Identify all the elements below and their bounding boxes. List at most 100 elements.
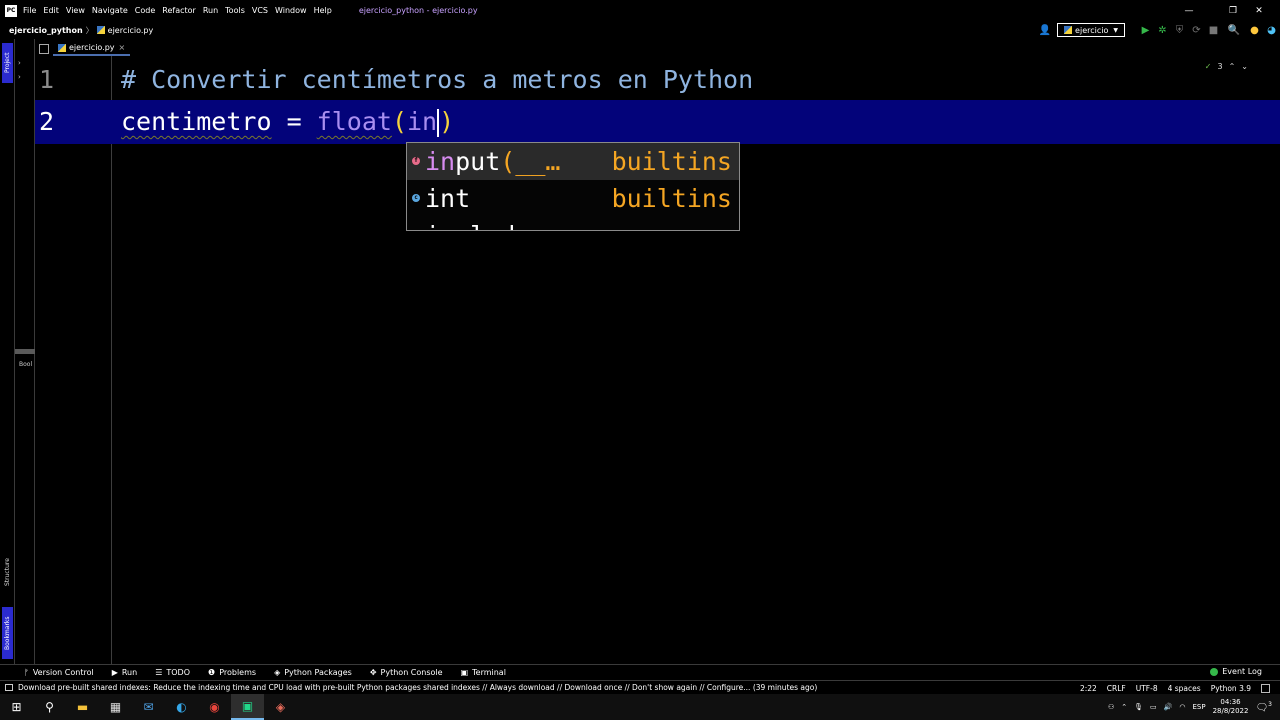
menu-view[interactable]: View [66, 6, 85, 15]
minimize-button[interactable]: — [1166, 0, 1212, 21]
network-person-icon[interactable]: ⚇ [1108, 703, 1114, 711]
line-number: 1 [39, 65, 55, 94]
menu-vcs[interactable]: VCS [252, 6, 268, 15]
completion-item-include[interactable]: f include [407, 217, 739, 230]
event-log-button[interactable]: Event Log [1210, 667, 1262, 676]
function-kind-icon: f [412, 157, 420, 165]
gutter-separator [111, 56, 112, 664]
file-explorer-icon[interactable]: ▬ [66, 694, 99, 720]
wifi-icon[interactable]: ◠ [1179, 703, 1185, 711]
chevron-up-icon[interactable]: ⌃ [1121, 703, 1127, 711]
tool-window-label: TODO [166, 668, 191, 677]
menu-refactor[interactable]: Refactor [162, 6, 196, 15]
panel-divider[interactable] [15, 349, 35, 354]
menu-window[interactable]: Window [275, 6, 307, 15]
lock-icon[interactable] [1261, 683, 1270, 693]
completion-item-input[interactable]: f input(__… builtins [407, 143, 739, 180]
pycharm-taskbar-icon[interactable]: ▣ [231, 694, 264, 720]
run-tool-button[interactable]: ▶ Run [112, 668, 138, 677]
editor-tab-bar: ejercicio.py × [35, 41, 1280, 56]
problems-button[interactable]: ❶ Problems [208, 668, 256, 677]
debug-icon[interactable]: ✲ [1154, 21, 1171, 39]
jetbrains-toolbox-icon[interactable]: ◕ [1263, 21, 1280, 39]
recorder-app-icon[interactable]: ◈ [264, 694, 297, 720]
breadcrumb-project[interactable]: ejercicio_python [9, 26, 83, 35]
todo-button[interactable]: ☰ TODO [155, 668, 190, 677]
file-encoding[interactable]: UTF-8 [1136, 684, 1158, 693]
python-console-button[interactable]: ✥ Python Console [370, 668, 443, 677]
search-everywhere-icon[interactable]: 🔍 [1222, 21, 1246, 39]
search-icon[interactable]: ⚲ [33, 694, 66, 720]
notification-center-icon[interactable]: 🗨3 [1255, 701, 1272, 713]
coverage-icon[interactable]: ⛨ [1171, 21, 1188, 39]
profile-icon[interactable]: ⟳ [1188, 21, 1205, 39]
branch-icon: ᚠ [24, 668, 29, 677]
structure-tool-tab[interactable]: Structure [2, 549, 13, 595]
menu-help[interactable]: Help [314, 6, 332, 15]
indent-setting[interactable]: 4 spaces [1168, 684, 1201, 693]
breadcrumb-file[interactable]: ejercicio.py [108, 26, 154, 35]
navigation-bar: ejercicio_python 〉 ejercicio.py 👤 ejerci… [0, 21, 1280, 39]
code-comment: # Convertir centímetros a metros en Pyth… [121, 65, 754, 94]
terminal-button[interactable]: ▣ Terminal [461, 668, 506, 677]
store-icon[interactable]: ▦ [99, 694, 132, 720]
completion-rest: t [455, 184, 471, 213]
tree-expand-icon[interactable]: › [18, 73, 21, 81]
language-indicator[interactable]: ESP [1192, 703, 1205, 711]
completion-signature: (__… [500, 147, 561, 176]
menu-run[interactable]: Run [203, 6, 218, 15]
status-bar: Download pre-built shared indexes: Reduc… [0, 680, 1280, 694]
bookmarks-tool-tab[interactable]: Bookmarks [2, 607, 13, 659]
menu-tools[interactable]: Tools [225, 6, 245, 15]
windows-start-icon[interactable]: ⊞ [0, 694, 33, 720]
left-tool-strip: Project Structure Bookmarks [0, 39, 15, 664]
bookmarks-mini-label: Bool [19, 361, 33, 368]
code-statement: centimetro = float(in) [121, 100, 454, 144]
menu-code[interactable]: Code [135, 6, 155, 15]
system-tray: ⚇ ⌃ 🎙 ▭ 🔊 ◠ ESP 04:36 28/8/2022 🗨3 [1108, 694, 1280, 720]
toolbar-right: 👤 ejercicio ▼ ▶ ✲ ⛨ ⟳ ■ 🔍 ● ◕ [1033, 21, 1280, 39]
line-separator[interactable]: CRLF [1107, 684, 1126, 693]
run-icon[interactable]: ▶ [1137, 21, 1154, 39]
tab-list-icon[interactable] [39, 43, 49, 54]
close-tab-icon[interactable]: × [119, 43, 126, 52]
tool-window-label: Terminal [472, 668, 506, 677]
menu-file[interactable]: File [23, 6, 36, 15]
battery-icon[interactable]: ▭ [1150, 703, 1157, 711]
message-icon[interactable] [5, 684, 13, 691]
window-title: ejercicio_python - ejercicio.py [358, 6, 478, 15]
clock[interactable]: 04:36 28/8/2022 [1213, 698, 1249, 716]
mail-icon[interactable]: ✉ [132, 694, 165, 720]
edge-browser-icon[interactable]: ◐ [165, 694, 198, 720]
project-tool-tab[interactable]: Project [2, 43, 13, 83]
variable-identifier: centimetro [121, 107, 272, 136]
code-line-1[interactable]: 1 # Convertir centímetros a metros en Py… [35, 58, 1280, 102]
microphone-icon[interactable]: 🎙 [1134, 703, 1143, 711]
chrome-browser-icon[interactable]: ◉ [198, 694, 231, 720]
status-widgets: 2:22 CRLF UTF-8 4 spaces Python 3.9 [1080, 681, 1270, 695]
run-config-selector[interactable]: ejercicio ▼ [1057, 23, 1125, 37]
tree-expand-icon[interactable]: › [18, 59, 21, 67]
autocomplete-popup[interactable]: f input(__… builtins c int builtins f in… [406, 142, 740, 231]
tool-window-bar: ᚠ Version Control ▶ Run ☰ TODO ❶ Problem… [0, 664, 1280, 680]
ide-updates-icon[interactable]: ● [1246, 21, 1263, 39]
volume-icon[interactable]: 🔊 [1164, 703, 1173, 711]
python-packages-button[interactable]: ◈ Python Packages [274, 668, 352, 677]
code-line-2[interactable]: 2 centimetro = float(in) [35, 100, 1280, 144]
stop-icon[interactable]: ■ [1205, 21, 1222, 39]
tool-window-label: Run [121, 668, 138, 677]
user-profile-icon[interactable]: 👤 [1033, 21, 1057, 39]
event-log-icon [1210, 667, 1219, 676]
status-message[interactable]: Download pre-built shared indexes: Reduc… [18, 683, 817, 692]
menu-edit[interactable]: Edit [43, 6, 59, 15]
version-control-button[interactable]: ᚠ Version Control [24, 668, 94, 677]
menu-navigate[interactable]: Navigate [92, 6, 128, 15]
close-window-button[interactable]: ✕ [1236, 0, 1280, 21]
caret-position[interactable]: 2:22 [1080, 684, 1097, 693]
tab-ejercicio-py[interactable]: ejercicio.py × [53, 41, 131, 56]
typed-text: in [407, 107, 438, 136]
interpreter-selector[interactable]: Python 3.9 [1211, 684, 1251, 693]
packages-icon: ◈ [274, 668, 281, 677]
list-icon: ☰ [155, 668, 163, 677]
completion-item-int[interactable]: c int builtins [407, 180, 739, 217]
